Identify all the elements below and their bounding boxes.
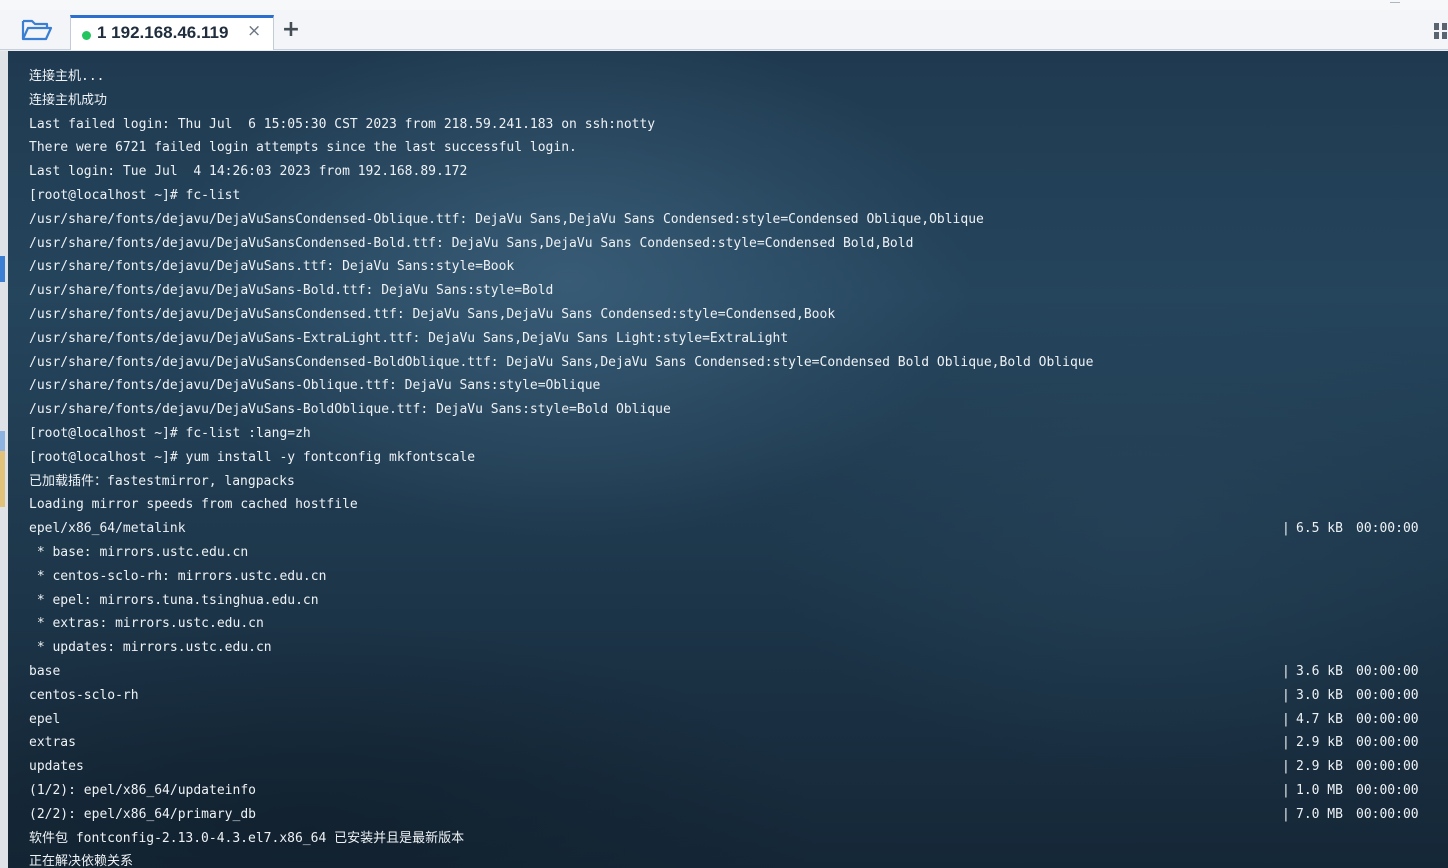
terminal-line-text: /usr/share/fonts/dejavu/DejaVuSans-Bold.… bbox=[29, 283, 554, 299]
progress-separator: | bbox=[1282, 521, 1290, 537]
terminal-line-text: centos-sclo-rh bbox=[29, 687, 139, 703]
download-time: 00:00:00 bbox=[1356, 663, 1419, 679]
progress-separator: | bbox=[1282, 735, 1290, 751]
close-tab-icon[interactable]: × bbox=[247, 21, 261, 41]
download-time: 00:00:00 bbox=[1356, 782, 1419, 798]
connection-status-icon bbox=[82, 31, 91, 40]
terminal-line-text: * base: mirrors.ustc.edu.cn bbox=[29, 544, 249, 560]
download-time: 00:00:00 bbox=[1356, 806, 1419, 822]
terminal-line-text: [root@localhost ~]# yum install -y fontc… bbox=[29, 449, 476, 465]
download-size: 3.6 kB bbox=[1296, 663, 1343, 679]
terminal-line-text: Loading mirror speeds from cached hostfi… bbox=[29, 497, 358, 513]
terminal-line-text: [root@localhost ~]# fc-list bbox=[29, 187, 241, 203]
download-size: 2.9 kB bbox=[1296, 735, 1343, 751]
terminal-line-text: extras bbox=[29, 735, 76, 751]
left-edge-panel bbox=[0, 51, 8, 868]
terminal-line-text: /usr/share/fonts/dejavu/DejaVuSansConden… bbox=[29, 306, 836, 322]
terminal-line-text: /usr/share/fonts/dejavu/DejaVuSans-BoldO… bbox=[29, 402, 671, 418]
terminal-line-text: epel/x86_64/metalink bbox=[29, 521, 186, 537]
download-size: 1.0 MB bbox=[1296, 782, 1343, 798]
progress-separator: | bbox=[1282, 759, 1290, 775]
tab-bar: 1 192.168.46.119 × + bbox=[0, 0, 1448, 50]
terminal-line-text: base bbox=[29, 663, 61, 679]
session-tab-title: 1 192.168.46.119 bbox=[97, 23, 229, 42]
progress-separator: | bbox=[1282, 711, 1290, 727]
download-size: 3.0 kB bbox=[1296, 687, 1343, 703]
progress-separator: | bbox=[1282, 806, 1290, 822]
open-folder-icon[interactable] bbox=[20, 17, 56, 47]
edge-marker bbox=[0, 256, 5, 282]
terminal-line-text: /usr/share/fonts/dejavu/DejaVuSansConden… bbox=[29, 235, 914, 251]
download-time: 00:00:00 bbox=[1356, 521, 1419, 537]
terminal-line-text: 软件包 fontconfig-2.13.0-4.3.el7.x86_64 已安装… bbox=[29, 830, 465, 846]
layout-grid-icon[interactable] bbox=[1433, 22, 1448, 40]
terminal-line-text: /usr/share/fonts/dejavu/DejaVuSansConden… bbox=[29, 211, 984, 227]
minimize-mark bbox=[1390, 0, 1400, 3]
terminal-line-text: * epel: mirrors.tuna.tsinghua.edu.cn bbox=[29, 592, 319, 608]
title-strip bbox=[0, 0, 1448, 10]
terminal-line-text: * extras: mirrors.ustc.edu.cn bbox=[29, 616, 264, 632]
terminal-line-text: (1/2): epel/x86_64/updateinfo bbox=[29, 782, 256, 798]
terminal-line-text: /usr/share/fonts/dejavu/DejaVuSans-Extra… bbox=[29, 330, 789, 346]
download-time: 00:00:00 bbox=[1356, 687, 1419, 703]
download-size: 6.5 kB bbox=[1296, 521, 1343, 537]
download-size: 7.0 MB bbox=[1296, 806, 1343, 822]
terminal-line-text: 已加载插件：fastestmirror, langpacks bbox=[29, 473, 295, 489]
progress-separator: | bbox=[1282, 687, 1290, 703]
download-size: 4.7 kB bbox=[1296, 711, 1343, 727]
progress-separator: | bbox=[1282, 663, 1290, 679]
download-time: 00:00:00 bbox=[1356, 759, 1419, 775]
terminal-line-text: Last failed login: Thu Jul 6 15:05:30 CS… bbox=[29, 116, 656, 132]
terminal-line-text: 正在解决依赖关系 bbox=[29, 854, 134, 868]
progress-separator: | bbox=[1282, 782, 1290, 798]
session-tab[interactable]: 1 192.168.46.119 × bbox=[70, 15, 274, 50]
terminal-line-text: 连接主机... bbox=[29, 69, 105, 84]
terminal-line-text: epel bbox=[29, 711, 61, 727]
terminal-line-text: (2/2): epel/x86_64/primary_db bbox=[29, 806, 256, 822]
terminal-line-text: * centos-sclo-rh: mirrors.ustc.edu.cn bbox=[29, 568, 327, 584]
terminal-line-text: * updates: mirrors.ustc.edu.cn bbox=[29, 640, 272, 656]
terminal-line-text: [root@localhost ~]# fc-list :lang=zh bbox=[29, 425, 311, 441]
download-time: 00:00:00 bbox=[1356, 711, 1419, 727]
terminal-line-text: /usr/share/fonts/dejavu/DejaVuSansConden… bbox=[29, 354, 1094, 370]
download-size: 2.9 kB bbox=[1296, 759, 1343, 775]
terminal-line-text: 连接主机成功 bbox=[29, 92, 108, 108]
terminal-line-text: Last login: Tue Jul 4 14:26:03 2023 from… bbox=[29, 164, 468, 180]
edge-marker bbox=[0, 451, 5, 507]
new-tab-button[interactable]: + bbox=[279, 16, 303, 44]
download-time: 00:00:00 bbox=[1356, 735, 1419, 751]
terminal-output[interactable]: 连接主机... 连接主机成功 Last failed login: Thu Jul … bbox=[8, 51, 1448, 868]
terminal-line-text: /usr/share/fonts/dejavu/DejaVuSans.ttf: … bbox=[29, 259, 515, 275]
terminal-line-text: There were 6721 failed login attempts si… bbox=[29, 140, 577, 156]
terminal-line-text: /usr/share/fonts/dejavu/DejaVuSans-Obliq… bbox=[29, 378, 601, 394]
terminal-line-text: updates bbox=[29, 759, 84, 775]
